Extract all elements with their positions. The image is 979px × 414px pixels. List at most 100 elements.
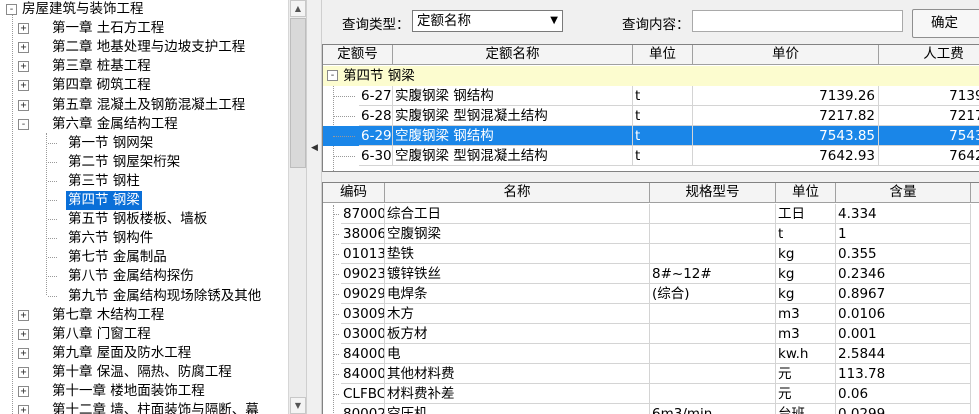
tree-section[interactable]: 第三节 钢柱 [0, 172, 288, 191]
table-row[interactable]: 090290电焊条(综合)kg0.8967 [323, 284, 979, 304]
tree-section[interactable]: 第五节 钢板楼板、墙板 [0, 210, 288, 229]
collapse-minus-icon[interactable]: - [6, 4, 17, 15]
collapse-left-icon[interactable]: ◀ [311, 143, 318, 153]
table-cell [650, 244, 776, 264]
section-row[interactable]: - 第四节 钢梁 [323, 66, 979, 86]
table-row[interactable]: 800024空压机6m3/min台班0.0299 [323, 404, 979, 414]
table-cell: CLFBC [341, 384, 385, 404]
quota-table[interactable]: 定额号定额名称单位单价人工费材料-第四节 钢梁6-27实腹钢梁 钢结构t7139… [322, 44, 979, 172]
table-row[interactable]: 030093木方 m30.0106 [323, 304, 979, 324]
tree-chapter[interactable]: + 第九章 屋面及防水工程 [0, 344, 288, 363]
tree-scrollbar[interactable]: ▲ ▼ [288, 0, 306, 414]
tree-branch-line [48, 238, 57, 240]
tree-section[interactable]: 第一节 钢网架 [0, 134, 288, 153]
column-header[interactable]: 定额名称 [393, 45, 633, 65]
column-header[interactable]: 人工费 [879, 45, 979, 65]
tree-chapter[interactable]: + 第五章 混凝土及钢筋混凝土工程 [0, 96, 288, 115]
panel-splitter[interactable]: ◀ [306, 0, 322, 414]
query-content-input[interactable] [692, 10, 903, 32]
table-row[interactable]: 030001板方材 m30.001 [323, 324, 979, 344]
tree-branch-line [333, 314, 339, 315]
column-header[interactable]: 名称 [385, 183, 650, 203]
table-cell: 2.5844 [836, 344, 971, 364]
table-row[interactable]: 090233镀锌铁丝8#~12#kg0.2346 [323, 264, 979, 284]
query-type-label: 查询类型： [342, 17, 410, 33]
tree-chapter[interactable]: + 第三章 桩基工程 [0, 57, 288, 76]
query-bar: 查询类型： 定额名称 ▼ 查询内容： 确定 [322, 0, 979, 42]
column-header[interactable]: 单位 [633, 45, 693, 65]
expand-plus-icon[interactable]: + [18, 23, 29, 35]
column-header[interactable]: 定额号 [323, 45, 393, 65]
tree-chapter[interactable]: + 第十一章 楼地面装饰工程 [0, 382, 288, 401]
expand-plus-icon[interactable]: + [18, 61, 29, 73]
tree-section[interactable]: 第六节 钢构件 [0, 229, 288, 248]
table-cell: 元 [776, 364, 836, 384]
expand-plus-icon[interactable]: + [18, 80, 29, 92]
table-cell: t [776, 224, 836, 244]
tree-chapter[interactable]: + 第二章 地基处理与边坡支护工程 [0, 38, 288, 57]
expand-plus-icon[interactable]: + [18, 347, 29, 359]
tree-chapter[interactable]: + 第一章 土石方工程 [0, 19, 288, 38]
query-type-select[interactable]: 定额名称 ▼ [412, 10, 563, 32]
table-row[interactable]: 6-28实腹钢梁 型钢混凝土结构t7217.827217.82 [323, 106, 979, 126]
tree-branch-line [333, 234, 339, 235]
table-row[interactable]: 6-29空腹钢梁 钢结构t7543.857543.85 [323, 126, 979, 146]
tree-section[interactable]: 第七节 金属制品 [0, 248, 288, 267]
tree-branch-line [48, 142, 57, 144]
tree-section[interactable]: 第九节 金属结构现场除锈及其他 [0, 287, 288, 306]
column-header[interactable]: 单位 [776, 183, 836, 203]
table-cell: 0.0299 [836, 404, 971, 414]
table-cell [650, 224, 776, 244]
expand-plus-icon[interactable]: + [18, 386, 29, 397]
tree-item-label: 第十一章 楼地面装饰工程 [52, 383, 205, 399]
table-row[interactable]: 840004其他材料费 元113.78 [323, 364, 979, 384]
table-cell: 工日 [776, 204, 836, 224]
collapse-minus-icon[interactable]: - [18, 118, 29, 130]
table-row[interactable]: 870002综合工日 工日4.334 [323, 204, 979, 224]
expand-plus-icon[interactable]: + [18, 328, 29, 340]
table-cell [650, 344, 776, 364]
tree-branch-line [48, 219, 57, 221]
expand-plus-icon[interactable]: + [18, 366, 29, 378]
tree-branch-line [333, 274, 339, 275]
chapter-tree[interactable]: - 房屋建筑与装饰工程 + 第一章 土石方工程 + 第二章 地基处理与边坡支护工程 + 第三章… [0, 0, 288, 414]
column-header[interactable]: 编码 [323, 183, 385, 203]
table-row[interactable]: 380066空腹钢梁 t1 [323, 224, 979, 244]
tree-section[interactable]: 第四节 钢梁 [0, 191, 288, 210]
tree-chapter[interactable]: + 第七章 木结构工程 [0, 306, 288, 325]
expand-plus-icon[interactable]: + [18, 405, 29, 414]
table-cell: 7543.85 [693, 126, 879, 146]
expand-plus-icon[interactable]: + [18, 309, 29, 321]
query-type-value: 定额名称 [417, 13, 471, 29]
tree-chapter[interactable]: - 第六章 金属结构工程 [0, 115, 288, 134]
collapse-minus-icon[interactable]: - [327, 70, 338, 81]
tree-chapter[interactable]: + 第十章 保温、隔热、防腐工程 [0, 363, 288, 382]
tree-section[interactable]: 第八节 金属结构探伤 [0, 267, 288, 286]
table-cell: 材料费补差 [385, 384, 650, 404]
table-row[interactable]: 840007电 kw.h2.5844 [323, 344, 979, 364]
table-row[interactable]: CLFBC 材料费补差 元 0.06 [323, 384, 979, 404]
expand-plus-icon[interactable]: + [18, 42, 29, 54]
chevron-down-icon[interactable]: ▼ [550, 11, 558, 31]
tree-branch-line [48, 276, 57, 278]
tree-section[interactable]: 第二节 钢屋架桁架 [0, 153, 288, 172]
table-row[interactable]: 6-30空腹钢梁 型钢混凝土结构t7642.937642.93 [323, 146, 979, 166]
table-row[interactable]: 6-27实腹钢梁 钢结构t7139.267139.26 [323, 86, 979, 106]
confirm-button[interactable]: 确定 [912, 9, 979, 38]
table-cell: 840007 [341, 344, 385, 364]
tree-chapter[interactable]: + 第十二章 墙、柱面装饰与隔断、幕 [0, 401, 288, 414]
table-cell: 7139.26 [879, 86, 979, 106]
column-header[interactable]: 单价 [693, 45, 879, 65]
tree-item-label: 第七章 木结构工程 [52, 306, 165, 323]
tree-root[interactable]: - 房屋建筑与装饰工程 [0, 0, 288, 19]
column-header[interactable]: 规格型号 [650, 183, 776, 203]
column-header[interactable]: 含量 [836, 183, 971, 203]
tree-chapter[interactable]: + 第八章 门窗工程 [0, 325, 288, 344]
table-row[interactable]: 010138垫铁 kg0.355 [323, 244, 979, 264]
scroll-thumb[interactable] [290, 18, 306, 168]
scroll-down-icon[interactable]: ▼ [290, 397, 306, 414]
expand-plus-icon[interactable]: + [18, 99, 29, 111]
material-table[interactable]: 编码名称规格型号单位含量 870002综合工日 工日4.334 380066空腹钢梁 t… [322, 182, 979, 414]
tree-chapter[interactable]: + 第四章 砌筑工程 [0, 76, 288, 95]
scroll-up-icon[interactable]: ▲ [290, 0, 306, 17]
